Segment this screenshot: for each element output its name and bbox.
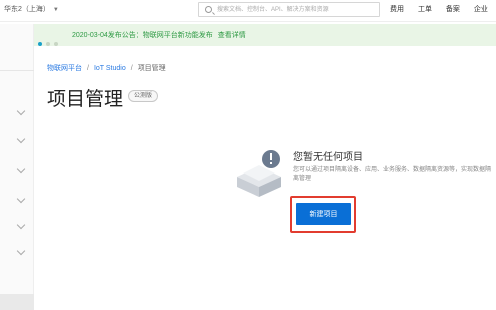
sidebar-active-item[interactable] [0, 294, 34, 310]
chevron-down-icon[interactable] [16, 134, 26, 144]
top-link-ticket[interactable]: 工单 [418, 6, 432, 13]
carousel-dot[interactable] [54, 42, 58, 46]
top-links: 费用 工单 备案 企业 [390, 4, 496, 14]
empty-state-description: 您可以通过项目隔离设备、应用、业务服务、数据隔离资源等，实现数据隔离管理 [293, 167, 492, 182]
breadcrumb-current: 项目管理 [137, 65, 166, 72]
sidebar-divider [0, 70, 34, 71]
region-label: 华东2（上海） [4, 6, 50, 13]
left-sidebar [0, 24, 34, 310]
search-input[interactable] [217, 5, 377, 15]
chevron-down-icon[interactable] [16, 194, 26, 204]
search-icon [205, 6, 212, 13]
page-title: 项目管理 [47, 89, 124, 110]
breadcrumb-iot-platform[interactable]: 物联网平台 [47, 65, 82, 72]
top-link-fee[interactable]: 费用 [390, 6, 404, 13]
carousel-dot[interactable] [46, 42, 50, 46]
announcement-text: 2020-03-04发布公告：物联网平台新功能发布 查看详情 [72, 30, 246, 40]
chevron-down-icon[interactable] [16, 106, 26, 116]
chevron-down-icon[interactable] [16, 246, 26, 256]
breadcrumb-separator: / [130, 65, 133, 72]
breadcrumb-iot-studio[interactable]: IoT Studio [94, 65, 126, 72]
breadcrumb: 物联网平台 / IoT Studio / 项目管理 [47, 63, 166, 73]
empty-box-icon [237, 150, 281, 197]
top-link-filing[interactable]: 备案 [446, 6, 460, 13]
top-navbar: 华东2（上海）▼ 费用 工单 备案 企业 [0, 0, 496, 22]
top-link-enterprise[interactable]: 企业 [474, 6, 488, 13]
create-project-button[interactable]: 新建项目 [296, 203, 351, 225]
chevron-down-icon[interactable] [16, 220, 26, 230]
chevron-down-icon[interactable] [16, 164, 26, 174]
region-selector[interactable]: 华东2（上海） ▼ [4, 4, 59, 14]
announcement-message: 2020-03-04发布公告：物联网平台新功能发布 [72, 32, 213, 39]
breadcrumb-separator: / [87, 65, 89, 72]
caret-down-icon: ▼ [52, 7, 59, 13]
announcement-bar: 2020-03-04发布公告：物联网平台新功能发布 查看详情 [34, 24, 496, 46]
carousel-dot-active[interactable] [38, 42, 42, 46]
beta-badge: 公测版 [128, 90, 159, 102]
carousel-dots [38, 33, 62, 51]
announcement-link[interactable]: 查看详情 [218, 32, 246, 39]
empty-state-title: 您暂无任何项目 [293, 152, 363, 163]
global-search[interactable] [198, 2, 380, 17]
